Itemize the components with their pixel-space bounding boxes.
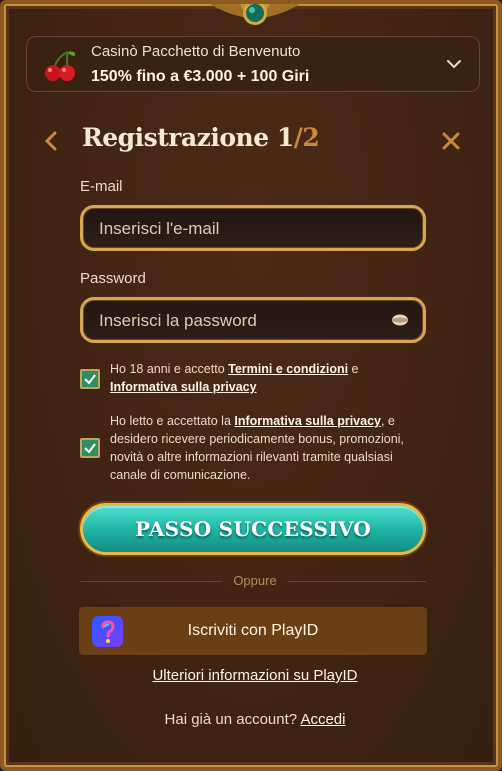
marketing-consent-text: Ho letto e accettato la Informativa sull… [110,412,410,484]
email-label: E-mail [80,178,123,195]
cherry-icon [45,51,76,81]
bonus-offer: 150% fino a €3.000 + 100 Giri [91,68,310,85]
email-field[interactable] [80,205,426,251]
playid-signup-button[interactable]: Iscriviti con PlayID [79,607,427,655]
close-icon[interactable] [440,130,462,152]
terms-link[interactable]: Termini e condizioni [228,362,348,376]
age-terms-text: Ho 18 anni e accetto Termini e condizion… [110,360,370,396]
registration-panel: Casinò Pacchetto di Benvenuto 150% fino … [0,0,502,771]
playid-info: Ulteriori informazioni su PlayID [4,667,502,684]
password-input[interactable] [97,300,391,342]
consent1-mid: e [348,362,359,376]
password-label: Password [80,270,146,287]
consent2-text: Ho letto e accettato la [110,414,235,428]
playid-info-link[interactable]: Ulteriori informazioni su PlayID [152,667,357,684]
playid-label: Iscriviti con PlayID [187,622,319,639]
step-total: /2 [293,123,320,152]
email-input[interactable] [97,208,391,250]
checkmark-icon [84,443,96,454]
eye-icon[interactable] [391,313,409,327]
password-field[interactable] [80,297,426,343]
privacy-link[interactable]: Informativa sulla privacy [110,380,257,394]
login-prompt-text: Hai già un account? [164,711,298,728]
login-link[interactable]: Accedi [300,711,345,728]
page-title: Registrazione 1/2 [82,123,320,152]
checkmark-icon [84,374,96,385]
title-text: Registrazione [82,123,269,152]
next-step-button[interactable]: PASSO SUCCESSIVO [80,503,426,555]
chevron-left-icon[interactable] [42,130,60,152]
or-separator: Oppure [233,573,277,588]
privacy-link-2[interactable]: Informativa sulla privacy [234,414,381,428]
consent1-text: Ho 18 anni e accetto [110,362,229,376]
welcome-bonus-banner[interactable]: Casinò Pacchetto di Benvenuto 150% fino … [26,36,480,92]
bonus-title: Casinò Pacchetto di Benvenuto [91,43,301,60]
age-terms-checkbox[interactable] [80,369,100,389]
marketing-consent-checkbox[interactable] [80,438,100,458]
step-current: 1 [276,123,294,152]
emerald-ornament-icon [200,4,310,25]
chevron-down-icon[interactable] [445,55,463,73]
divider-right [288,581,426,582]
login-prompt: Hai già un account? Accedi [4,711,502,728]
